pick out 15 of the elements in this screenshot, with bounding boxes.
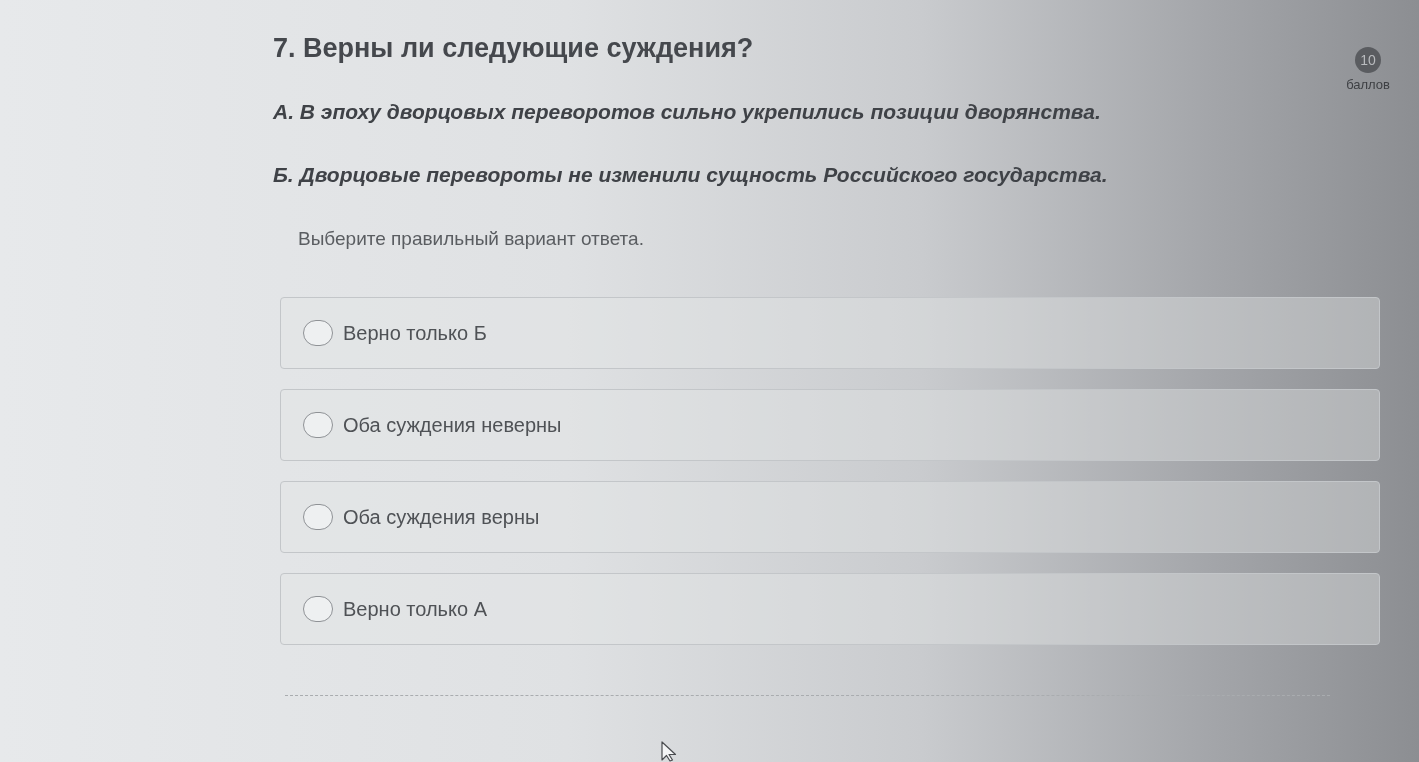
statement-text: А. В эпоху дворцовых переворотов сильно укрепились позиции дворянства.	[273, 98, 1102, 124]
radio-button[interactable]	[303, 595, 333, 622]
points-label: баллов	[1346, 76, 1390, 94]
radio-button[interactable]	[303, 503, 333, 530]
statement-text: Б. Дворцовые перевороты не изменили сущность Российского государства.	[273, 161, 1109, 187]
answer-option[interactable]: Оба суждения неверны	[280, 388, 1380, 461]
answer-option[interactable]: Верно только А	[280, 572, 1380, 645]
radio-button[interactable]	[303, 319, 333, 346]
answer-option[interactable]: Верно только Б	[280, 296, 1380, 369]
points-badge: 10	[1355, 47, 1382, 73]
question-title: 7. Верны ли следующие суждения?	[273, 33, 754, 63]
mouse-cursor-icon	[661, 741, 678, 762]
radio-button[interactable]	[303, 411, 333, 438]
instruction-text: Выберите правильный вариант ответа.	[298, 226, 645, 251]
answer-option[interactable]: Оба суждения верны	[280, 480, 1380, 553]
